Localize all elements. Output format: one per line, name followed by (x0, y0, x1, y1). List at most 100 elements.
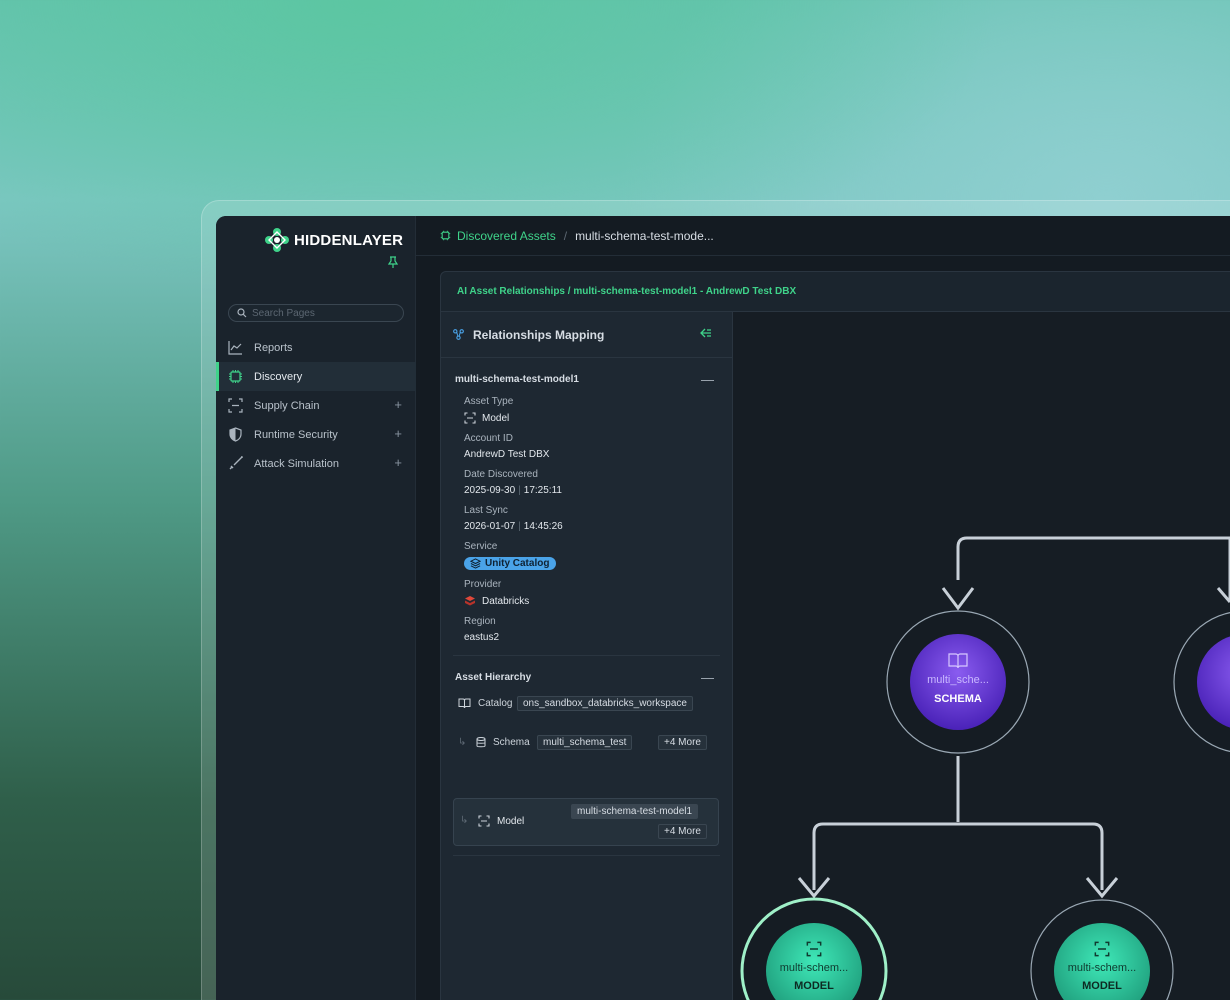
section-divider (453, 655, 720, 656)
schema-more-button[interactable]: +4 More (658, 735, 707, 750)
child-arrow-icon: ↳ (458, 737, 467, 748)
sidebar-item-label: Reports (254, 341, 293, 354)
asset-section-header[interactable]: multi-schema-test-model1 — (441, 372, 732, 387)
database-icon (476, 737, 486, 748)
account-id-value: AndrewD Test DBX (464, 449, 550, 460)
ai-chip-icon (440, 230, 451, 241)
arrowhead (941, 587, 975, 611)
graph-node-model[interactable]: multi-schem... MODEL (1030, 899, 1174, 1000)
field-last-sync: Last Sync 2026-01-07 | 14:45:26 (441, 505, 732, 532)
date-discovered-date: 2025-09-30 (464, 485, 516, 496)
expand-plus-icon[interactable]: + (394, 427, 402, 440)
graph-node-schema[interactable]: multi_sche... SCHEMA (886, 610, 1030, 754)
brand-name-light: LAYER (352, 231, 404, 249)
schema-value-tag: multi_schema_test (537, 735, 633, 750)
sidebar-item-label: Discovery (254, 370, 303, 383)
breadcrumb-current: multi-schema-test-mode... (575, 228, 714, 243)
brand-logo[interactable]: HIDDENLAYER (264, 227, 403, 253)
field-region: Region eastus2 (441, 616, 732, 643)
chart-line-icon (228, 341, 242, 355)
graph-node-kind: SCHEMA (934, 693, 982, 705)
databricks-icon (465, 596, 475, 606)
region-value: eastus2 (464, 632, 500, 643)
field-date-discovered: Date Discovered 2025-09-30 | 17:25:11 (441, 469, 732, 496)
field-label: Region (464, 616, 496, 627)
field-label: Service (464, 541, 498, 552)
sidebar-item-label: Attack Simulation (254, 457, 339, 470)
relationship-graph[interactable]: multi_sche... SCHEMA d SC (733, 312, 1230, 1000)
expand-plus-icon[interactable]: + (394, 456, 402, 469)
app-window: HIDDENLAYER Reports Discovery Supply Cha… (216, 216, 1230, 1000)
hierarchy-title: Asset Hierarchy (455, 672, 532, 683)
hiddenlayer-logo-icon (265, 228, 289, 252)
field-asset-type: Asset Type Model (441, 396, 732, 424)
graph-node-schema-2[interactable]: d SC (1173, 611, 1230, 753)
child-arrow-icon: ↳ (460, 815, 469, 826)
search-box[interactable] (228, 304, 404, 322)
section-divider (453, 855, 720, 856)
sidebar-item-label: Runtime Security (254, 428, 338, 441)
hierarchy-section-header[interactable]: Asset Hierarchy — (441, 670, 732, 685)
service-value: Unity Catalog (485, 558, 550, 569)
field-label: Account ID (464, 433, 513, 444)
breadcrumb: Discovered Assets / multi-schema-test-mo… (416, 216, 1230, 256)
model-label: Model (497, 816, 525, 827)
provider-value: Databricks (482, 595, 530, 607)
arrowhead (1216, 587, 1230, 603)
field-value: Model (464, 412, 732, 424)
collapse-minus-icon[interactable]: — (701, 372, 714, 387)
graph-node-model-selected[interactable]: multi-schem... MODEL (740, 897, 888, 1000)
sidebar-item-runtime-security[interactable]: Runtime Security + (216, 420, 416, 449)
date-discovered-time: 17:25:11 (523, 485, 562, 496)
field-provider: Provider Databricks (441, 579, 732, 607)
sidebar-item-reports[interactable]: Reports (216, 333, 416, 362)
breadcrumb-parent-label: Discovered Assets (457, 228, 556, 243)
service-badge: Unity Catalog (464, 557, 557, 570)
relationships-sidebar: Relationships Mapping multi-schema-test-… (441, 312, 733, 1000)
model-icon (464, 412, 476, 424)
search-input[interactable] (252, 307, 392, 319)
hierarchy-schema-row[interactable]: ↳ Schema multi_schema_test +4 More (441, 734, 732, 754)
brand-name: HIDDENLAYER (294, 232, 403, 249)
unity-catalog-icon (470, 558, 481, 569)
ai-chip-icon (229, 370, 242, 383)
relationships-panel: AI Asset Relationships / multi-schema-te… (440, 271, 1230, 1000)
catalog-label: Catalog (478, 698, 513, 709)
panel-title: AI Asset Relationships / multi-schema-te… (441, 272, 1230, 312)
pin-icon[interactable] (387, 256, 399, 271)
field-label: Asset Type (464, 396, 514, 407)
network-icon (453, 329, 464, 340)
field-label: Last Sync (464, 505, 508, 516)
search-icon (237, 308, 247, 318)
model-value-tag: multi-schema-test-model1 (571, 804, 699, 819)
graph-node-kind: MODEL (1082, 980, 1122, 992)
sidebar-item-supply-chain[interactable]: Supply Chain + (216, 391, 416, 420)
sidebar-item-attack-simulation[interactable]: Attack Simulation + (216, 449, 416, 478)
last-sync-time: 14:45:26 (523, 521, 563, 532)
graph-node-label: multi-schem... (780, 962, 848, 974)
model-more-button[interactable]: +4 More (658, 824, 707, 839)
scan-frame-icon (228, 398, 243, 413)
collapse-minus-icon[interactable]: — (701, 670, 714, 685)
field-label: Provider (464, 579, 502, 590)
sidebar: HIDDENLAYER Reports Discovery Supply Cha… (216, 216, 416, 1000)
collapse-panel-icon[interactable] (700, 327, 712, 341)
sidebar-item-discovery[interactable]: Discovery (216, 362, 416, 391)
hierarchy-model-row[interactable]: ↳ Model multi-schema-test-model1 +4 More (453, 798, 719, 846)
expand-plus-icon[interactable]: + (394, 398, 402, 411)
shield-icon (229, 427, 242, 442)
hierarchy-catalog-row[interactable]: Catalog ons_sandbox_databricks_workspace (441, 695, 732, 715)
main-content: Discovered Assets / multi-schema-test-mo… (416, 216, 1230, 1000)
edge-schema-model (812, 756, 1104, 890)
brand-name-bold: HIDDEN (294, 231, 353, 249)
graph-node-label: multi_sche... (927, 674, 989, 686)
field-label: Date Discovered (464, 469, 538, 480)
graph-canvas: multi_sche... SCHEMA d SC (740, 536, 1230, 1000)
model-icon (478, 815, 490, 827)
schema-label: Schema (493, 737, 530, 748)
catalog-value-tag: ons_sandbox_databricks_workspace (517, 696, 693, 711)
graph-node-label: multi-schem... (1068, 962, 1136, 974)
breadcrumb-discovered-assets[interactable]: Discovered Assets (440, 229, 556, 243)
field-value: Unity Catalog (464, 557, 732, 570)
relationships-title: Relationships Mapping (473, 327, 605, 342)
